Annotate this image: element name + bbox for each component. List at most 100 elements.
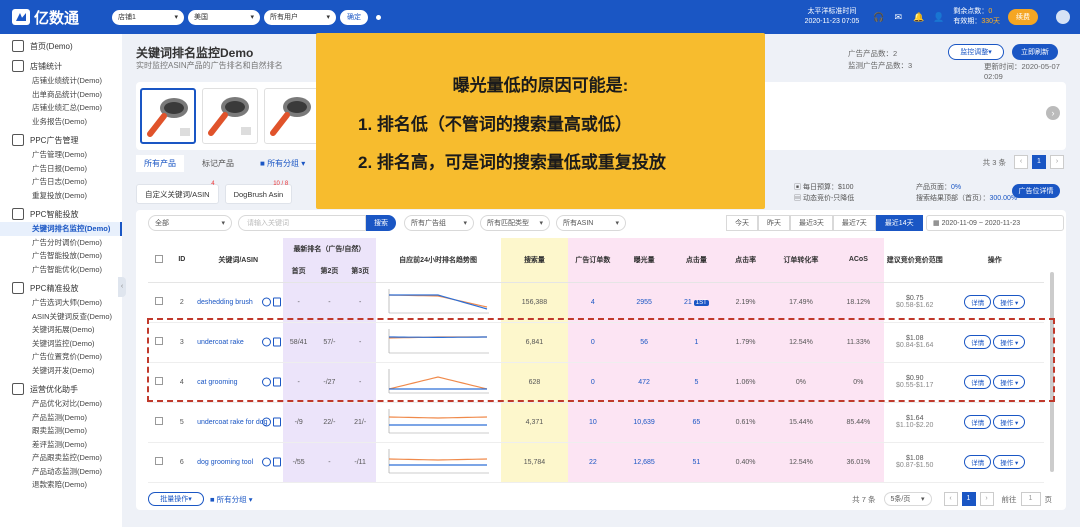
row-checkbox[interactable] — [148, 282, 171, 323]
clicks[interactable]: 65 — [670, 402, 723, 443]
keyword-cell[interactable]: deshedding brush — [193, 282, 284, 323]
minus-circle-icon[interactable] — [262, 377, 272, 387]
minus-circle-icon[interactable] — [262, 337, 272, 347]
headset-icon[interactable]: 🎧 — [873, 12, 884, 22]
ad-orders[interactable]: 0 — [568, 362, 618, 403]
keyword-cell[interactable]: cat grooming — [193, 362, 284, 403]
sidebar-item[interactable]: 产品跟卖监控(Demo) — [0, 451, 122, 465]
doc-icon[interactable] — [273, 377, 282, 387]
product-thumbnail[interactable] — [264, 88, 320, 144]
col-impressions[interactable]: 曝光量 — [617, 238, 671, 283]
doc-icon[interactable] — [273, 417, 282, 427]
match-type-select[interactable]: 所有匹配类型 ▾ — [480, 215, 550, 231]
doc-icon[interactable] — [273, 337, 282, 347]
impressions[interactable]: 10,639 — [617, 402, 671, 443]
sidebar-item[interactable]: 广告位置竞价(Demo) — [0, 350, 122, 364]
sidebar-section[interactable]: PPC广告管理 — [0, 132, 122, 148]
sidebar-item[interactable]: ASIN关键词反查(Demo) — [0, 310, 122, 324]
row-checkbox[interactable] — [148, 362, 171, 403]
keyword-search-input[interactable]: 请输入关键词 — [238, 215, 366, 231]
sidebar-item[interactable]: 差评监测(Demo) — [0, 438, 122, 452]
sidebar-section[interactable]: 运营优化助手 — [0, 381, 122, 397]
impressions[interactable]: 56 — [617, 322, 671, 363]
col-keyword[interactable]: 关键词/ASIN — [193, 238, 284, 283]
ad-orders[interactable]: 10 — [568, 402, 618, 443]
doc-icon[interactable] — [273, 297, 282, 307]
clicks[interactable]: 1 — [670, 322, 723, 363]
sidebar-section[interactable]: PPC智能投放 — [0, 206, 122, 222]
bell-icon[interactable]: 🔔 — [913, 12, 924, 22]
doc-icon[interactable] — [273, 457, 282, 467]
minus-circle-icon[interactable] — [262, 297, 272, 307]
col-clicks[interactable]: 点击量 — [670, 238, 723, 283]
sidebar-item[interactable]: 重复投放(Demo) — [0, 189, 122, 203]
col-search-volume[interactable]: 搜索量 — [500, 238, 569, 283]
sidebar-item[interactable]: 店铺业绩汇总(Demo) — [0, 101, 122, 115]
page-number[interactable]: 1 — [1032, 155, 1046, 169]
table-scrollbar[interactable] — [1050, 272, 1054, 472]
sidebar-item[interactable]: 产品动态监测(Demo) — [0, 465, 122, 479]
sidebar-item[interactable]: 店铺业绩统计(Demo) — [0, 74, 122, 88]
sidebar-item[interactable]: 关键词开发(Demo) — [0, 364, 122, 378]
prev-page-icon[interactable]: ‹ — [943, 492, 958, 506]
goto-page-input[interactable]: 1 — [1020, 492, 1041, 506]
sidebar-item[interactable]: 关键词拓展(Demo) — [0, 323, 122, 337]
col-ad-orders[interactable]: 广告订单数 — [568, 238, 618, 283]
op-menu-button[interactable]: 操作 ▾ — [993, 415, 1026, 429]
keyword-cell[interactable]: undercoat rake — [193, 322, 284, 363]
page-size-select[interactable]: 5条/页 ▾ — [883, 492, 932, 506]
row-checkbox[interactable] — [148, 322, 171, 363]
op-menu-button[interactable]: 操作 ▾ — [993, 335, 1026, 349]
product-thumbnail[interactable] — [202, 88, 258, 144]
mail-icon[interactable]: ✉ — [893, 12, 903, 22]
batch-ops-button[interactable]: 批量操作 ▾ — [148, 492, 204, 506]
prev-page-icon[interactable]: ‹ — [1014, 155, 1028, 169]
op-menu-button[interactable]: 操作 ▾ — [993, 295, 1026, 309]
sidebar-item[interactable]: 广告管理(Demo) — [0, 148, 122, 162]
date-tab[interactable]: 昨天 — [758, 215, 790, 231]
clicks[interactable]: 51 — [670, 442, 723, 483]
sidebar-item[interactable]: 业务报告(Demo) — [0, 115, 122, 129]
sidebar-collapse-handle[interactable]: ‹ — [118, 277, 126, 297]
keyword-cell[interactable]: undercoat rake for dog — [193, 402, 284, 443]
sidebar-item[interactable]: 广告分时调价(Demo) — [0, 236, 122, 250]
next-page-icon[interactable]: › — [1050, 155, 1064, 169]
date-tab[interactable]: 最近7天 — [832, 215, 876, 231]
select-all-checkbox[interactable] — [148, 238, 171, 283]
sidebar-item[interactable]: 广告智能投放(Demo) — [0, 249, 122, 263]
scope-select[interactable]: 全部 ▾ — [148, 215, 232, 231]
detail-button[interactable]: 详情 — [964, 375, 992, 389]
sidebar-item[interactable]: 广告日志(Demo) — [0, 175, 122, 189]
sidebar-section[interactable]: 首页(Demo) — [0, 38, 122, 54]
detail-button[interactable]: 详情 — [964, 335, 992, 349]
ad-group-select[interactable]: 所有广告组 ▾ — [404, 215, 474, 231]
user-icon[interactable]: 👤 — [933, 12, 944, 22]
date-tab[interactable]: 最近3天 — [790, 215, 833, 231]
country-select[interactable]: 美国 ▾ — [188, 9, 260, 25]
user-select[interactable]: 所有用户 ▾ — [264, 9, 336, 25]
group-select[interactable]: ■ 所有分组 ▾ — [252, 155, 313, 172]
ad-orders[interactable]: 0 — [568, 322, 618, 363]
date-range-picker[interactable]: ▦ 2020-11-09 ~ 2020-11-23 — [926, 215, 1064, 231]
tab-dogbrush-asin[interactable]: DogBrush Asin 10 / 8 — [224, 181, 293, 204]
tab-custom-keywords[interactable]: 自定义关键词/ASIN 4 — [136, 181, 219, 204]
sidebar-section[interactable]: PPC精准投放 — [0, 280, 122, 296]
detail-button[interactable]: 详情 — [964, 455, 992, 469]
shop-select[interactable]: 店铺1 ▾ — [112, 9, 184, 25]
avatar[interactable] — [1056, 10, 1070, 24]
keyword-cell[interactable]: dog grooming tool — [193, 442, 284, 483]
col-ctr[interactable]: 点击率 — [722, 238, 770, 283]
detail-button[interactable]: 详情 — [964, 415, 992, 429]
search-button[interactable]: 搜索 — [366, 215, 396, 231]
next-page-icon[interactable]: › — [979, 492, 994, 506]
clicks[interactable]: 21 1ST — [670, 282, 723, 323]
minus-circle-icon[interactable] — [262, 457, 272, 467]
date-tab[interactable]: 最近14天 — [875, 215, 923, 231]
product-thumbnail[interactable] — [140, 88, 196, 144]
sidebar-item[interactable]: 广告智能优化(Demo) — [0, 263, 122, 277]
renew-button[interactable]: 续费 — [1008, 9, 1038, 25]
impressions[interactable]: 2955 — [617, 282, 671, 323]
confirm-button[interactable]: 确定 — [340, 9, 368, 25]
sidebar-item[interactable]: 关键词排名监控(Demo) — [0, 222, 122, 236]
op-menu-button[interactable]: 操作 ▾ — [993, 375, 1026, 389]
